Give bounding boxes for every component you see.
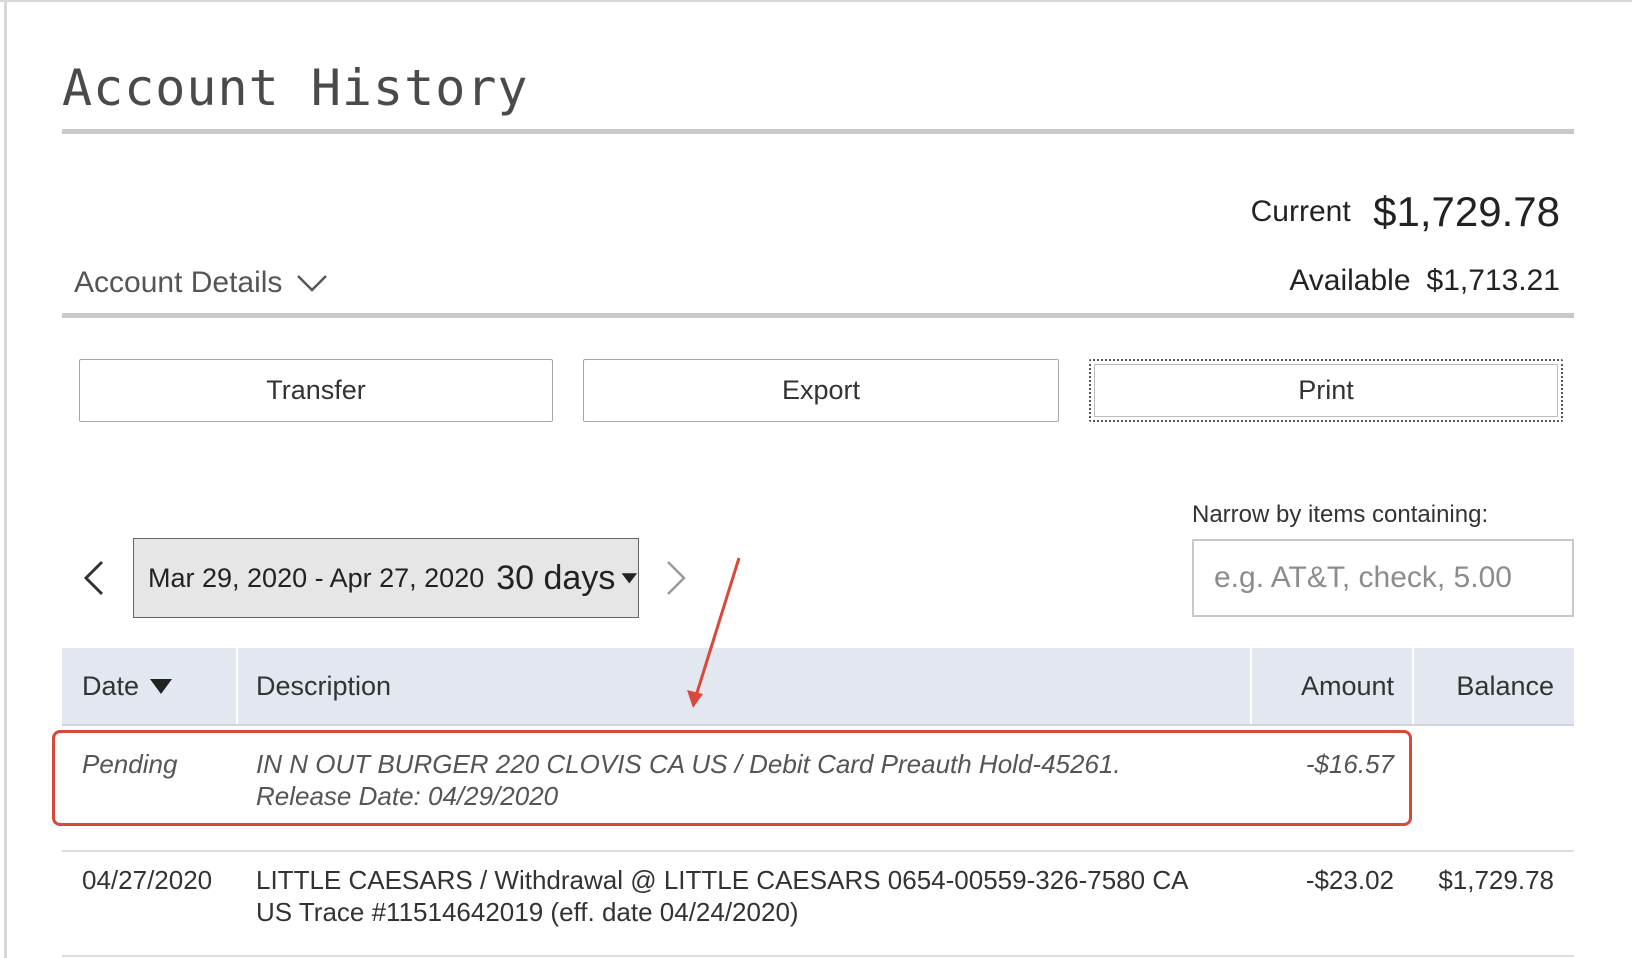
row-description: LITTLE CAESARS / Withdrawal @ LITTLE CAE… — [256, 865, 1188, 927]
period-text: 30 days — [496, 558, 616, 597]
chevron-left-icon[interactable] — [82, 558, 106, 598]
filter-field — [1192, 539, 1574, 617]
account-details-toggle[interactable]: Account Details — [74, 266, 328, 300]
row-description: IN N OUT BURGER 220 CLOVIS CA US / Debit… — [256, 749, 1121, 811]
account-details-label: Account Details — [74, 266, 283, 299]
current-balance: Current $1,729.78 — [1251, 188, 1560, 236]
sort-down-icon — [150, 679, 173, 694]
table-header: Date Description Amount Balance — [62, 648, 1574, 726]
available-value: $1,713.21 — [1426, 264, 1560, 297]
column-header-description: Description — [256, 670, 392, 701]
current-value: $1,729.78 — [1373, 188, 1560, 235]
column-separator — [236, 648, 238, 724]
top-border — [0, 0, 1632, 2]
row-divider — [62, 850, 1574, 852]
title-divider — [62, 129, 1574, 134]
table-row[interactable]: 04/27/2020 LITTLE CAESARS / Withdrawal @… — [62, 864, 1574, 958]
chevron-right-icon[interactable] — [664, 558, 688, 598]
caret-down-icon — [621, 573, 638, 584]
page-title: Account History — [62, 59, 529, 117]
column-header-amount: Amount — [1300, 670, 1394, 701]
date-range-text: Mar 29, 2020 - Apr 27, 2020 — [148, 562, 485, 593]
available-label: Available — [1289, 264, 1411, 297]
column-separator — [1250, 648, 1252, 724]
row-date: 04/27/2020 — [82, 865, 213, 895]
row-balance: $1,729.78 — [1438, 865, 1554, 895]
left-border — [4, 0, 7, 958]
row-date: Pending — [82, 749, 178, 779]
account-history-page: Account History Current $1,729.78 Accoun… — [0, 0, 1632, 958]
filter-label: Narrow by items containing: — [1192, 501, 1489, 528]
row-amount: -$23.02 — [1305, 865, 1394, 895]
filter-input[interactable] — [1194, 541, 1572, 615]
column-header-date[interactable]: Date — [82, 648, 173, 724]
chevron-down-icon — [297, 275, 328, 292]
available-balance: Available $1,713.21 — [1289, 264, 1560, 298]
current-label: Current — [1250, 195, 1351, 228]
export-button[interactable]: Export — [583, 359, 1059, 422]
print-button[interactable]: Print — [1089, 359, 1563, 422]
column-header-balance: Balance — [1456, 670, 1554, 701]
transfer-button[interactable]: Transfer — [79, 359, 553, 422]
column-separator — [1412, 648, 1414, 724]
summary-divider — [62, 313, 1574, 318]
date-range-select[interactable]: Mar 29, 2020 - Apr 27, 2020 30 days — [133, 538, 639, 618]
table-row[interactable]: Pending IN N OUT BURGER 220 CLOVIS CA US… — [62, 748, 1574, 838]
row-amount: -$16.57 — [1305, 749, 1394, 779]
row-divider — [62, 955, 1574, 957]
column-header-date-label: Date — [82, 670, 140, 701]
